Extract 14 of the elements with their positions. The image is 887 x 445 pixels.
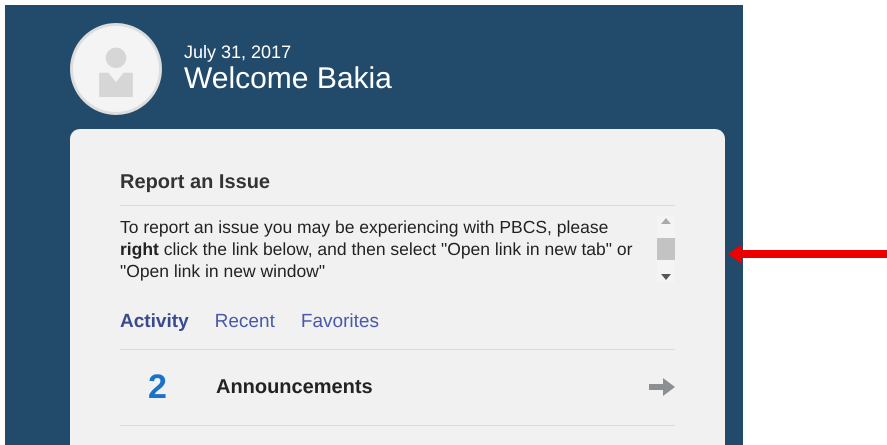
tab[interactable]: Activity <box>120 308 189 336</box>
count-text: 2 <box>148 366 168 408</box>
scroll-down-icon[interactable] <box>660 274 671 280</box>
report-title: Report an Issue <box>120 167 675 206</box>
welcome-heading: Welcome Bakia <box>184 62 392 96</box>
tab[interactable]: Favorites <box>300 308 379 336</box>
scroll-up-icon[interactable] <box>660 218 671 224</box>
arrow-icon <box>728 244 887 264</box>
date-text: July 31, 2017 <box>184 42 292 62</box>
arrow-icon[interactable] <box>648 377 675 397</box>
scroll-thumb[interactable] <box>656 238 675 260</box>
activity-link[interactable]: Announcements <box>216 372 649 402</box>
tab[interactable]: Recent <box>214 308 275 336</box>
report-text: To report an issue you may be experiencing with PBCS, please right click the link below, and then select "Open link in new tab" or "Open link in new window" <box>120 216 634 282</box>
